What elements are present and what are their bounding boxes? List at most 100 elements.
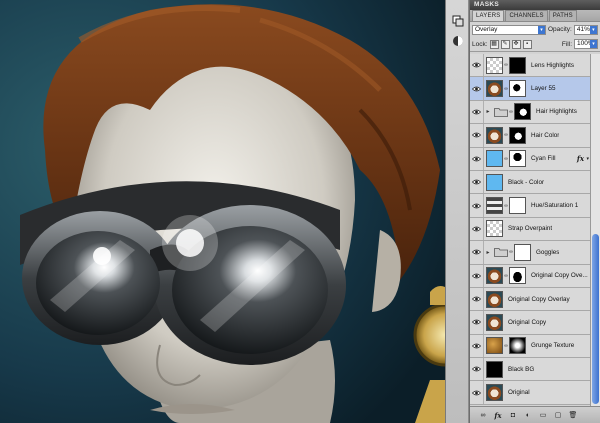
disclosure-triangle-icon[interactable]: ▸ <box>484 108 492 115</box>
layer-name[interactable]: Cyan Fill <box>531 155 556 162</box>
chevron-down-icon: ▾ <box>589 25 597 34</box>
blend-mode-select[interactable]: Overlay ▾ <box>472 24 546 35</box>
layer-name[interactable]: Original Copy Ove... <box>531 272 588 279</box>
layer-name[interactable]: Original Copy <box>508 319 546 326</box>
layers-list: ∞ Lens Highlights ∞ Layer 55 ▸ ∞ Hair Highligh… <box>470 54 590 406</box>
visibility-eye-icon[interactable] <box>470 381 484 404</box>
layer-row[interactable]: Original Copy Overlay <box>470 287 590 312</box>
layer-name[interactable]: Goggles <box>536 249 559 256</box>
layer-row[interactable]: ∞ Hue/Saturation 1 <box>470 194 590 218</box>
tab-layers[interactable]: LAYERS <box>472 10 505 21</box>
visibility-eye-icon[interactable] <box>470 241 484 264</box>
trash-icon[interactable]: 🗑 <box>568 410 578 420</box>
layer-mask-thumbnail[interactable] <box>509 80 526 98</box>
layer-thumbnail[interactable] <box>486 267 503 285</box>
layer-row[interactable]: ∞ Original Copy Ove... <box>470 264 590 288</box>
layer-name[interactable]: Lens Highlights <box>531 62 574 69</box>
layer-thumbnail[interactable] <box>486 384 503 402</box>
visibility-eye-icon[interactable] <box>470 170 484 194</box>
visibility-eye-icon[interactable] <box>470 358 484 381</box>
chevron-down-icon: ▾ <box>538 25 545 34</box>
layer-mask-thumbnail[interactable] <box>509 126 526 144</box>
fx-icon[interactable]: fx <box>493 410 503 420</box>
visibility-eye-icon[interactable] <box>470 311 484 334</box>
document-canvas[interactable] <box>0 0 445 423</box>
tab-paths[interactable]: PATHS <box>548 10 577 21</box>
layer-mask-thumbnail[interactable] <box>509 150 526 168</box>
layer-name[interactable]: Original <box>508 389 530 396</box>
layer-thumbnail[interactable] <box>486 197 503 215</box>
layer-mask-thumbnail[interactable] <box>514 103 531 121</box>
layer-row[interactable]: ∞ Cyan Fill fx ▾ <box>470 147 590 171</box>
layers-panel: MASKS LAYERS CHANNELS PATHS Overlay ▾ Op… <box>469 0 600 423</box>
layer-thumbnail[interactable] <box>486 80 503 98</box>
visibility-eye-icon[interactable] <box>470 287 484 311</box>
layer-row[interactable]: ▸ ∞ Goggles <box>470 241 590 265</box>
layer-row[interactable]: ∞ Lens Highlights <box>470 54 590 78</box>
layer-row[interactable]: ∞ Hair Color <box>470 124 590 148</box>
layer-mask-thumbnail[interactable] <box>509 197 526 215</box>
layer-thumbnail[interactable] <box>486 150 503 168</box>
lock-all-icon[interactable]: ▪ <box>522 39 532 49</box>
layer-row[interactable]: ∞ Grunge Texture <box>470 334 590 359</box>
adjustment-icon[interactable]: ◐ <box>523 410 533 420</box>
visibility-eye-icon[interactable] <box>470 334 484 358</box>
layer-row[interactable]: Black - Color <box>470 170 590 195</box>
new-layer-icon[interactable]: ▢ <box>553 410 563 420</box>
layer-thumbnail[interactable] <box>486 337 503 355</box>
blend-mode-value: Overlay <box>475 25 498 33</box>
layer-thumbnail[interactable] <box>486 360 503 378</box>
layer-row[interactable]: Original Copy <box>470 311 590 335</box>
layer-thumbnail[interactable] <box>486 126 503 144</box>
tab-channels[interactable]: CHANNELS <box>505 10 548 21</box>
visibility-eye-icon[interactable] <box>470 147 484 170</box>
layer-thumbnail[interactable] <box>486 220 503 238</box>
opacity-field[interactable]: 41% ▾ <box>573 24 598 35</box>
layer-row[interactable]: ▸ ∞ Hair Highlights <box>470 100 590 125</box>
layer-name[interactable]: Grunge Texture <box>531 342 574 349</box>
link-icon[interactable]: ∞ <box>478 410 488 420</box>
fill-field[interactable]: 100% ▾ <box>574 39 598 49</box>
layer-mask-thumbnail[interactable] <box>509 337 526 355</box>
mask-icon[interactable]: ◘ <box>508 410 518 420</box>
layer-name[interactable]: Original Copy Overlay <box>508 296 570 303</box>
visibility-eye-icon[interactable] <box>470 264 484 287</box>
layer-name[interactable]: Hair Highlights <box>536 108 577 115</box>
visibility-eye-icon[interactable] <box>470 100 484 124</box>
layer-name[interactable]: Hair Color <box>531 132 559 139</box>
group-icon[interactable]: ▭ <box>538 410 548 420</box>
layer-name[interactable]: Black - Color <box>508 179 544 186</box>
layer-row[interactable]: ∞ Layer 55 <box>470 77 590 101</box>
effects-expand-icon[interactable]: ▾ <box>586 156 589 162</box>
layer-mask-thumbnail[interactable] <box>509 267 526 285</box>
layer-name[interactable]: Hue/Saturation 1 <box>531 202 578 209</box>
layer-effects-icon[interactable]: fx <box>577 154 584 163</box>
scrollbar-thumb[interactable] <box>592 234 599 404</box>
layers-panel-icon[interactable] <box>450 14 466 28</box>
layer-mask-thumbnail[interactable] <box>509 56 526 74</box>
lock-pixels-icon[interactable]: ✎ <box>500 39 510 49</box>
visibility-eye-icon[interactable] <box>470 77 484 100</box>
visibility-eye-icon[interactable] <box>470 217 484 241</box>
layer-name[interactable]: Black BG <box>508 366 534 373</box>
lock-position-icon[interactable]: ✥ <box>511 39 521 49</box>
layer-row[interactable]: Original <box>470 381 590 405</box>
layer-name[interactable]: Strap Overpaint <box>508 225 552 232</box>
visibility-eye-icon[interactable] <box>470 194 484 217</box>
visibility-eye-icon[interactable] <box>470 54 484 77</box>
layer-row[interactable]: Strap Overpaint <box>470 217 590 242</box>
folder-icon <box>494 247 508 258</box>
layer-name[interactable]: Layer 55 <box>531 85 556 92</box>
disclosure-triangle-icon[interactable]: ▸ <box>484 249 492 256</box>
mask-panel-icon[interactable] <box>450 34 466 48</box>
masks-header[interactable]: MASKS <box>470 0 600 10</box>
layer-thumbnail[interactable] <box>486 290 503 308</box>
layers-scrollbar[interactable] <box>590 54 600 406</box>
lock-transparency-icon[interactable]: ▦ <box>489 39 499 49</box>
layer-thumbnail[interactable] <box>486 56 503 74</box>
layer-thumbnail[interactable] <box>486 173 503 191</box>
layer-row[interactable]: Black BG <box>470 358 590 382</box>
layer-mask-thumbnail[interactable] <box>514 243 531 261</box>
visibility-eye-icon[interactable] <box>470 124 484 147</box>
layer-thumbnail[interactable] <box>486 313 503 331</box>
